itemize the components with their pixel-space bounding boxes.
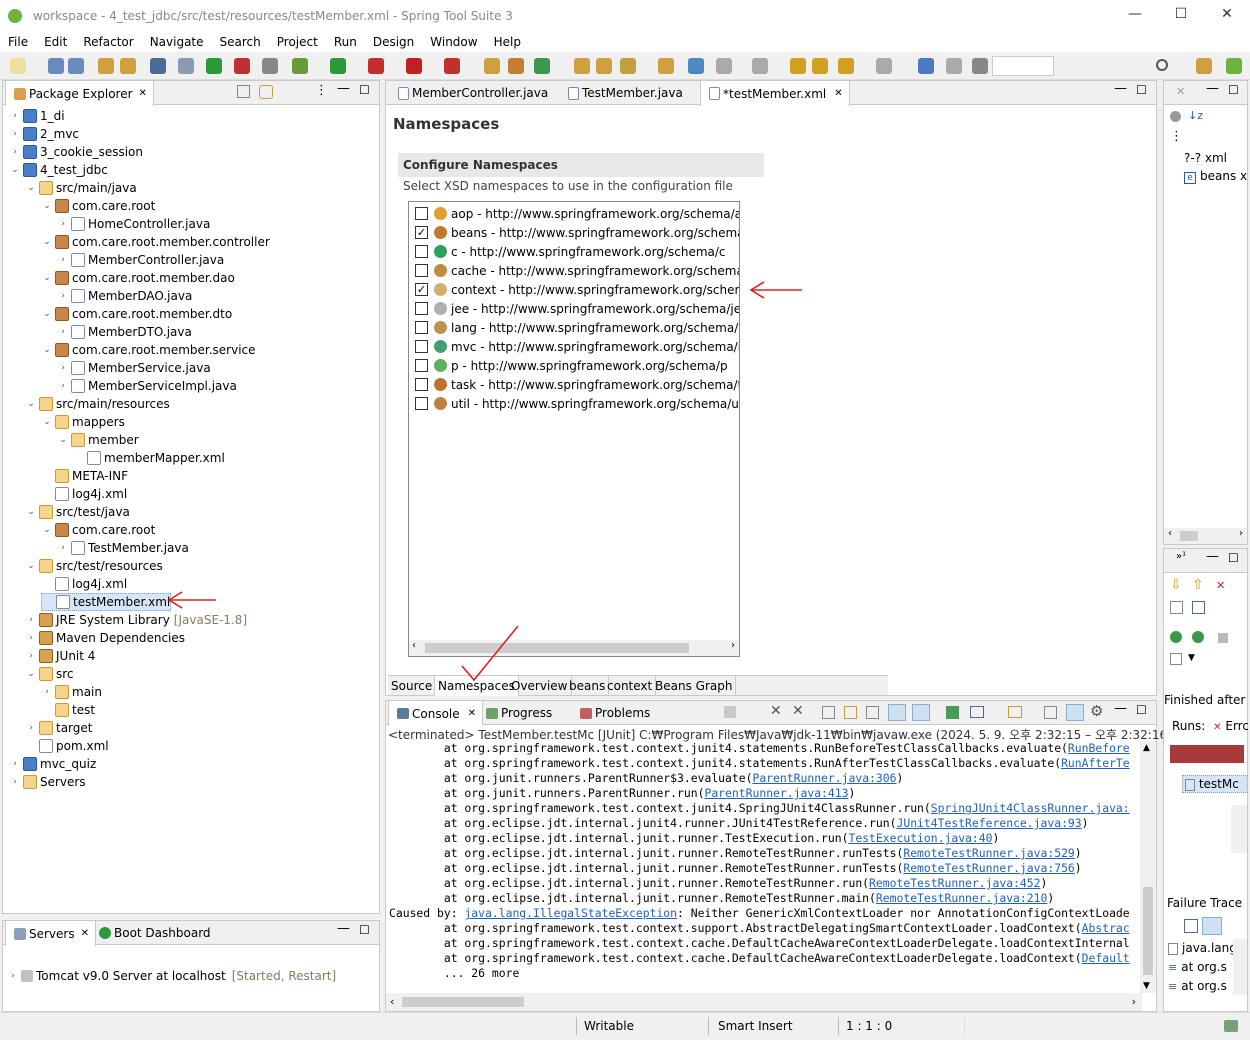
arrow-to-testmember-xml bbox=[167, 591, 216, 609]
annotation-overlay bbox=[167, 281, 802, 682]
arrow-to-context bbox=[749, 281, 802, 299]
check-mark-namespaces bbox=[461, 625, 519, 682]
